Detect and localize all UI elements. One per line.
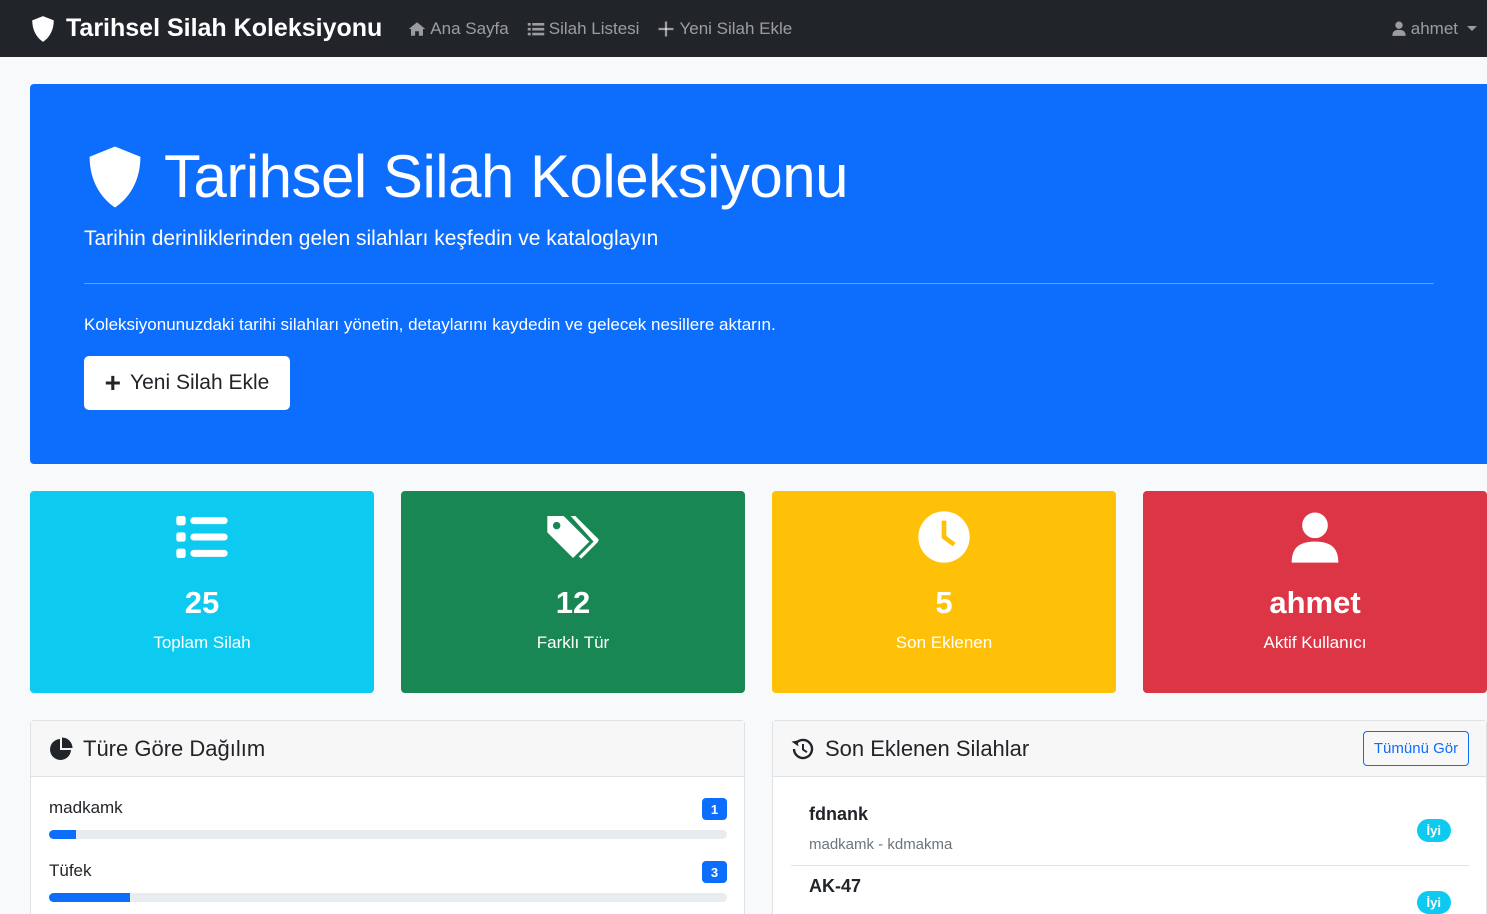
- card-title: Son Eklenen Silahlar: [825, 735, 1030, 761]
- add-weapon-button[interactable]: + Yeni Silah Ekle: [84, 356, 290, 410]
- nav-weapon-list-label: Silah Listesi: [548, 18, 640, 38]
- list-icon: [176, 516, 228, 558]
- nav-weapon-list[interactable]: Silah Listesi: [527, 18, 640, 39]
- progress-track: [49, 830, 727, 839]
- nav-add-weapon[interactable]: Yeni Silah Ekle: [657, 19, 792, 39]
- tags-icon: [547, 516, 599, 559]
- hero-divider: [84, 283, 1434, 284]
- progress-track: [49, 893, 727, 902]
- distribution-label: Tüfek: [49, 861, 92, 880]
- stat-value: 25: [184, 585, 220, 620]
- brand-link[interactable]: Tarihsel Silah Koleksiyonu: [30, 14, 382, 43]
- stat-recently-added: 5 Son Eklenen: [772, 491, 1116, 693]
- user-dropdown[interactable]: ahmet: [1391, 0, 1477, 57]
- nav-home[interactable]: Ana Sayfa: [408, 18, 509, 39]
- stat-value: ahmet: [1269, 585, 1361, 620]
- progress-fill: [49, 830, 77, 839]
- nav-links: Ana Sayfa Silah Listesi Yeni Silah Ekle: [408, 19, 810, 39]
- card-header: Türe Göre Dağılım: [31, 721, 744, 777]
- stat-value: 12: [555, 585, 591, 620]
- count-badge: 3: [702, 861, 727, 883]
- hero-description: Koleksiyonunuzdaki tarihi silahları yöne…: [84, 315, 776, 334]
- count-badge: 1: [702, 798, 727, 820]
- condition-badge: İyi: [1416, 819, 1451, 842]
- top-navbar: Tarihsel Silah Koleksiyonu Ana Sayfa Sil…: [0, 0, 1487, 57]
- progress-fill: [49, 893, 131, 902]
- history-icon: [791, 738, 814, 759]
- stat-label: Aktif Kullanıcı: [1263, 633, 1367, 652]
- shield-icon: [32, 15, 54, 42]
- stat-label: Toplam Silah: [153, 633, 251, 652]
- distribution-label: madkamk: [49, 798, 123, 817]
- brand-title: Tarihsel Silah Koleksiyonu: [66, 14, 383, 42]
- recent-weapon-item[interactable]: AK-47 İyi: [791, 870, 1469, 914]
- recent-weapons-card: Son Eklenen Silahlar Tümünü Gör fdnank m…: [772, 720, 1487, 914]
- card-title: Türe Göre Dağılım: [83, 735, 266, 761]
- user-name: ahmet: [1410, 18, 1458, 38]
- stat-active-user: ahmet Aktif Kullanıcı: [1143, 491, 1487, 693]
- hero-title-text: Tarihsel Silah Koleksiyonu: [164, 143, 849, 210]
- shield-icon: [89, 146, 141, 207]
- weapon-name: AK-47: [809, 876, 862, 896]
- add-weapon-button-label: Yeni Silah Ekle: [130, 371, 270, 394]
- stat-value: 5: [935, 585, 953, 620]
- user-icon: [1291, 512, 1339, 563]
- weapon-name: fdnank: [809, 804, 869, 824]
- hero-subtitle: Tarihin derinliklerinden gelen silahları…: [84, 227, 659, 250]
- home-icon: [409, 21, 426, 36]
- list-icon: [527, 22, 544, 35]
- stat-total-weapons: 25 Toplam Silah: [30, 491, 374, 693]
- stat-distinct-types: 12 Farklı Tür: [401, 491, 745, 693]
- type-distribution-card: Türe Göre Dağılım madkamk 1 Tüfek 3: [30, 720, 745, 914]
- nav-home-label: Ana Sayfa: [430, 18, 509, 38]
- recent-weapon-item[interactable]: fdnank madkamk - kdmakma İyi: [791, 798, 1469, 868]
- nav-add-weapon-label: Yeni Silah Ekle: [679, 18, 793, 38]
- stat-label: Farklı Tür: [536, 633, 610, 652]
- condition-badge: İyi: [1416, 891, 1451, 914]
- divider: [791, 865, 1469, 866]
- plus-icon: [658, 21, 674, 36]
- view-all-button[interactable]: Tümünü Gör: [1363, 731, 1469, 766]
- stat-label: Son Eklenen: [895, 633, 993, 652]
- clock-icon: [918, 511, 970, 563]
- hero-banner: Tarihsel Silah Koleksiyonu Tarihin derin…: [30, 84, 1487, 464]
- pie-chart-icon: [50, 737, 73, 760]
- hero-title: Tarihsel Silah Koleksiyonu: [84, 142, 849, 211]
- user-icon: [1392, 21, 1406, 36]
- weapon-meta: madkamk - kdmakma: [809, 836, 953, 853]
- chevron-down-icon: [1467, 26, 1477, 31]
- plus-icon: +: [104, 367, 122, 398]
